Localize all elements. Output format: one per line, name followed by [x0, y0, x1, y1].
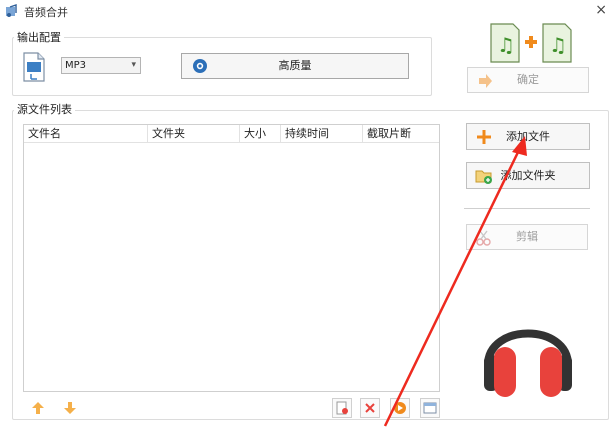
divider [464, 208, 590, 209]
remove-file-button[interactable] [332, 398, 352, 418]
merge-audio-graphic: ♫ ♫ [490, 23, 572, 63]
properties-button[interactable] [420, 398, 440, 418]
output-config-label: 输出配置 [14, 29, 64, 45]
play-circle-icon [394, 402, 406, 414]
column-header-clip[interactable]: 截取片断 [363, 125, 439, 143]
add-folder-button[interactable]: 添加文件夹 [466, 162, 590, 189]
clear-list-button[interactable] [360, 398, 380, 418]
source-file-list[interactable]: 文件名 文件夹 大小 持续时间 截取片断 [23, 124, 440, 392]
source-files-label: 源文件列表 [14, 101, 75, 117]
play-button[interactable] [390, 398, 410, 418]
delete-x-icon [365, 403, 375, 413]
add-file-button-label: 添加文件 [506, 130, 550, 143]
move-down-icon[interactable] [62, 400, 78, 416]
audio-file-icon [23, 52, 45, 82]
window-properties-icon [423, 402, 437, 414]
column-header-size[interactable]: 大小 [240, 125, 281, 143]
close-button[interactable]: × [595, 2, 607, 18]
remove-file-icon [336, 401, 348, 415]
format-select-value: MP3 [65, 60, 87, 71]
headphones-icon [484, 329, 572, 397]
add-folder-button-label: 添加文件夹 [500, 169, 556, 182]
app-audio-icon [6, 4, 17, 17]
quality-button[interactable]: 高质量 [181, 53, 409, 79]
format-select[interactable]: MP3 ▾ [61, 57, 141, 74]
title-bar: 音频合并 × [0, 0, 615, 22]
chevron-down-icon: ▾ [131, 60, 136, 70]
svg-text:♫: ♫ [549, 33, 567, 57]
column-header-folder[interactable]: 文件夹 [148, 125, 240, 143]
move-up-icon[interactable] [30, 400, 46, 416]
list-header: 文件名 文件夹 大小 持续时间 截取片断 [24, 125, 439, 143]
window-title: 音频合并 [24, 6, 68, 19]
cut-button-label: 剪辑 [516, 230, 538, 243]
add-file-button[interactable]: 添加文件 [466, 123, 590, 150]
column-header-filename[interactable]: 文件名 [24, 125, 148, 143]
confirm-button[interactable]: 确定 [467, 67, 589, 93]
confirm-button-label: 确定 [517, 73, 539, 86]
quality-button-label: 高质量 [278, 59, 312, 72]
svg-text:♫: ♫ [497, 33, 515, 57]
cut-button[interactable]: 剪辑 [466, 224, 588, 250]
quality-gear-icon [193, 59, 207, 73]
column-header-duration[interactable]: 持续时间 [281, 125, 363, 143]
